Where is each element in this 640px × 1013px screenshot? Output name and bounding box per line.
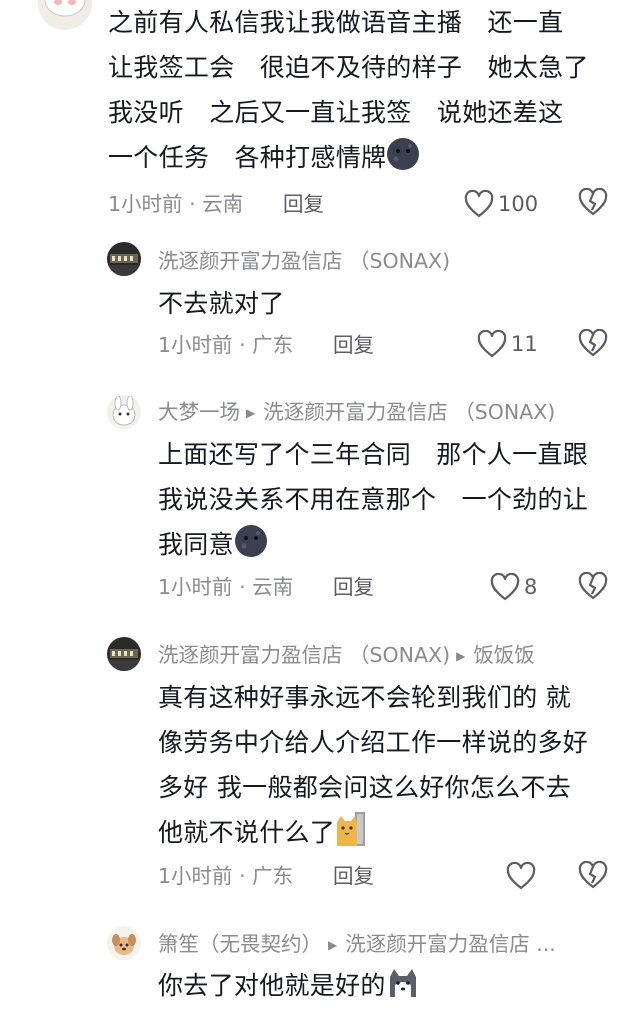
like-count: 8 [524, 575, 538, 599]
comment-text: 真有这种好事永远不会轮到我们的 就 像劳务中介给人介绍工作一样说的多好 多好 我… [158, 675, 628, 860]
heart-icon [464, 190, 494, 218]
broken-heart-icon [578, 187, 608, 216]
husky-emoji [386, 967, 420, 1013]
broken-heart-icon [578, 860, 608, 889]
reply-arrow-icon: ▶ [456, 649, 466, 663]
author-name[interactable]: 大梦一场 ▶ 洗逐颜开富力盈信店 （SONAX) [158, 398, 555, 427]
comment-text: 上面还写了个三年合同 那个人一直跟 我说没关系不用在意那个 一个劲的让 我同意 [158, 432, 628, 572]
like-button[interactable]: 8 [490, 571, 537, 603]
heart-icon [490, 573, 520, 601]
comment-meta: 1小时前 · 广东 [158, 864, 294, 888]
moon-face-emoji [234, 524, 268, 572]
reply-arrow-icon: ▶ [328, 938, 338, 952]
comment-meta: 1小时前 · 云南 [108, 192, 244, 216]
broken-heart-icon [578, 328, 608, 357]
avatar-dameng[interactable] [107, 395, 141, 429]
reply-button[interactable]: 回复 [333, 862, 374, 890]
reply-button[interactable]: 回复 [333, 331, 374, 359]
comment-text: 不去就对了 [158, 289, 285, 318]
comment-text: 你去了对他就是好的 [158, 963, 628, 1013]
author-name[interactable]: 洗逐颜开富力盈信店 （SONAX) [158, 247, 450, 275]
like-button[interactable] [506, 860, 540, 892]
reply-to-name: 饭饭饭 [473, 643, 535, 667]
reply-arrow-icon: ▶ [246, 406, 256, 420]
avatar-sonax[interactable] [107, 242, 141, 276]
broken-heart-icon [578, 571, 608, 600]
like-count: 11 [511, 332, 538, 356]
dislike-button[interactable] [578, 328, 608, 359]
reply-to-name: 洗逐颜开富力盈信店 ... [345, 932, 556, 956]
avatar-xiaosheng[interactable] [107, 926, 141, 960]
heart-icon [477, 330, 507, 358]
dislike-button[interactable] [578, 571, 608, 602]
avatar-sonax[interactable] [107, 637, 141, 671]
reply-button[interactable]: 回复 [283, 190, 324, 218]
heart-icon [506, 862, 536, 890]
avatar-user-1[interactable] [38, 0, 92, 30]
author-name[interactable]: 箫笙（无畏契约） ▶ 洗逐颜开富力盈信店 ... [158, 930, 556, 959]
comment-text: 之前有人私信我让我做语音主播 还一直 让我签工会 很迫不及待的样子 她太急了 我… [108, 0, 628, 185]
like-button[interactable]: 100 [464, 188, 538, 220]
comment-meta: 1小时前 · 广东 [158, 333, 294, 357]
dislike-button[interactable] [578, 860, 608, 891]
author-name[interactable]: 洗逐颜开富力盈信店 （SONAX) ▶ 饭饭饭 [158, 641, 535, 670]
reply-to-name: 洗逐颜开富力盈信店 （SONAX) [263, 400, 556, 424]
like-button[interactable]: 11 [477, 328, 538, 360]
moon-face-emoji [386, 137, 420, 185]
dislike-button[interactable] [578, 187, 608, 218]
reply-button[interactable]: 回复 [333, 573, 374, 601]
cat-emoji [335, 812, 367, 860]
like-count: 100 [498, 192, 539, 216]
comment-meta: 1小时前 · 云南 [158, 575, 294, 599]
